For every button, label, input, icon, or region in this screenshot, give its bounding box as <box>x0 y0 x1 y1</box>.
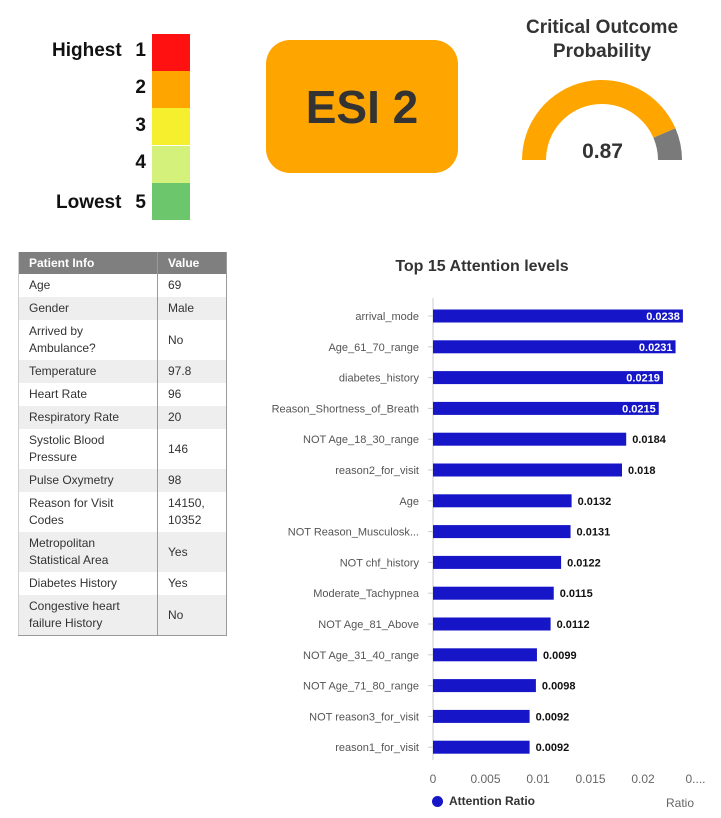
category-label: diabetes_history <box>339 373 420 385</box>
x-tick-label: 0.015 <box>575 772 605 786</box>
bar-value-label: 0.0099 <box>543 650 577 662</box>
attention-bar-chart: 0 0.005 0.01 0.015 0.02 0.... arrival_mode 0.02… <box>272 298 706 786</box>
bar[interactable] <box>433 740 530 754</box>
category-label: NOT Age_31_40_range <box>303 650 419 662</box>
x-tick-label: 0.005 <box>470 772 500 786</box>
bar[interactable] <box>433 617 551 631</box>
bar-value-label: 0.0122 <box>567 557 601 569</box>
category-label: NOT chf_history <box>340 557 420 569</box>
category-label: Age_61_70_range <box>328 342 419 354</box>
bar-value-label: 0.0131 <box>577 527 611 539</box>
bar[interactable] <box>433 679 536 693</box>
bar-value-label: 0.018 <box>628 465 656 477</box>
bar[interactable] <box>433 525 571 539</box>
bar[interactable] <box>433 494 572 508</box>
bar-value-label: 0.0219 <box>626 373 660 385</box>
bar-value-label: 0.0092 <box>536 711 570 723</box>
bar-value-label: 0.0112 <box>557 619 590 631</box>
category-label: NOT Reason_Musculosk... <box>288 527 419 539</box>
bar-value-label: 0.0238 <box>646 311 680 323</box>
bar-value-label: 0.0184 <box>632 434 667 446</box>
category-label: reason2_for_visit <box>335 465 419 477</box>
legend-label: Attention Ratio <box>449 794 535 808</box>
bar[interactable] <box>433 648 537 662</box>
x-tick-label: 0.02 <box>631 772 655 786</box>
category-label: Reason_Shortness_of_Breath <box>272 403 419 415</box>
category-label: NOT Age_71_80_range <box>303 681 419 693</box>
category-label: NOT Age_18_30_range <box>303 434 419 446</box>
category-label: reason1_for_visit <box>335 742 419 754</box>
x-axis-title: Ratio <box>666 796 695 810</box>
category-label: Age <box>399 496 419 508</box>
bar-value-label: 0.0132 <box>578 496 612 508</box>
x-tick-label: 0 <box>430 772 437 786</box>
category-label: NOT Age_81_Above <box>318 619 419 631</box>
bar-value-label: 0.0115 <box>560 588 593 600</box>
bar-value-label: 0.0092 <box>536 742 570 754</box>
category-label: NOT reason3_for_visit <box>309 711 419 723</box>
chart-legend[interactable]: Attention Ratio <box>432 794 535 808</box>
bar[interactable] <box>433 432 627 446</box>
bar-value-label: 0.0098 <box>542 681 576 693</box>
x-tick-label: 0.... <box>685 772 705 786</box>
bar-value-label: 0.0231 <box>639 342 673 354</box>
x-tick-label: 0.01 <box>526 772 550 786</box>
category-label: arrival_mode <box>355 311 419 323</box>
bar[interactable] <box>433 586 554 600</box>
bar-value-label: 0.0215 <box>622 403 656 415</box>
bar[interactable] <box>433 709 530 723</box>
bar[interactable] <box>433 463 622 477</box>
category-label: Moderate_Tachypnea <box>313 588 420 600</box>
legend-marker <box>432 795 443 807</box>
bar[interactable] <box>433 555 562 569</box>
